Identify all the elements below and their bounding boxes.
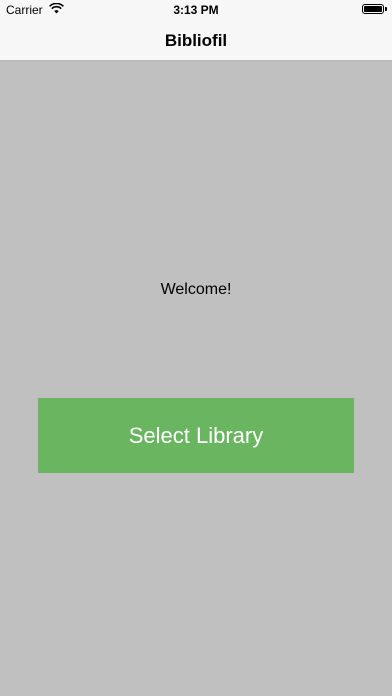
status-bar: Carrier 3:13 PM bbox=[0, 0, 392, 20]
navigation-bar: Bibliofil bbox=[0, 20, 392, 61]
select-library-button[interactable]: Select Library bbox=[38, 398, 354, 473]
welcome-text: Welcome! bbox=[160, 281, 232, 298]
nav-title: Bibliofil bbox=[164, 30, 228, 50]
battery-icon bbox=[362, 4, 387, 14]
status-time: 3:13 PM bbox=[173, 3, 219, 17]
status-right bbox=[362, 4, 387, 14]
